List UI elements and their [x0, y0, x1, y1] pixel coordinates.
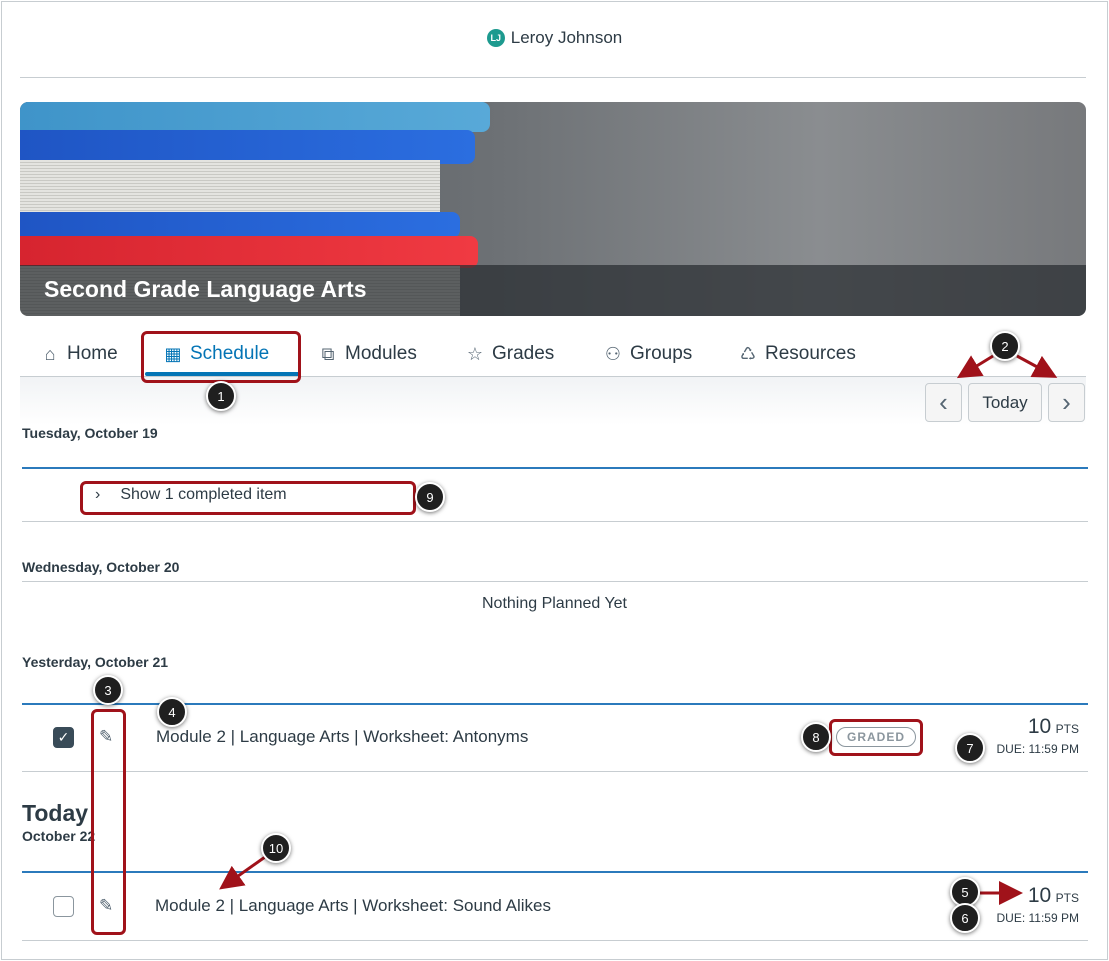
callout-badge: 4: [157, 697, 187, 727]
callout-badge: 6: [950, 903, 980, 933]
callout-badge: 9: [415, 482, 445, 512]
callout-badge: 10: [261, 833, 291, 863]
callout-badge: 8: [801, 722, 831, 752]
callout-badge: 2: [990, 331, 1020, 361]
callout-badge: 1: [206, 381, 236, 411]
callout-badge: 7: [955, 733, 985, 763]
callout-badge: 3: [93, 675, 123, 705]
arrow-to-previous: [956, 354, 994, 379]
arrow-to-next: [1016, 354, 1058, 378]
annotation-arrows: [219, 354, 1058, 905]
arrow-to-title: [219, 855, 266, 890]
